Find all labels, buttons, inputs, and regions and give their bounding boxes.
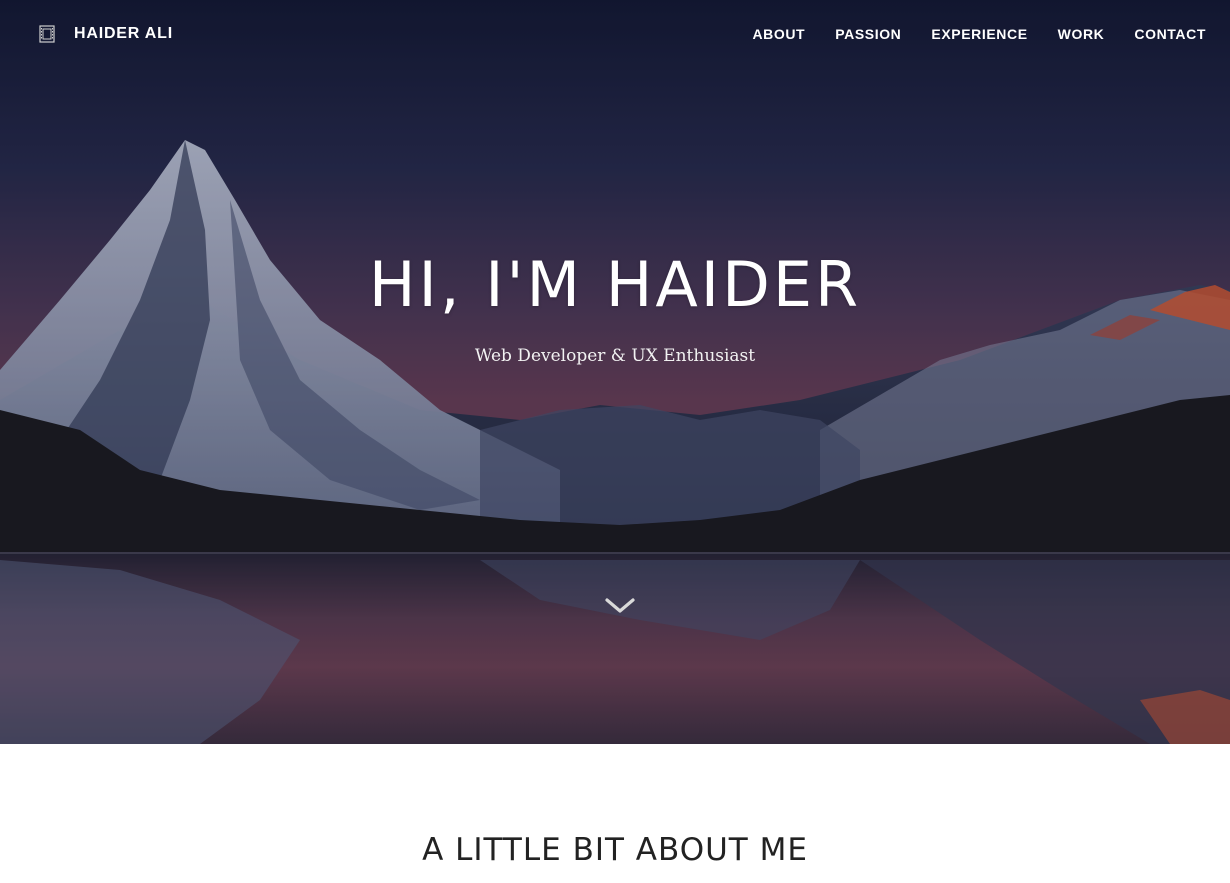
hero-title: HI, I'M HAIDER	[368, 248, 862, 321]
nav-link-experience[interactable]: EXPERIENCE	[931, 26, 1027, 42]
brand-link[interactable]: HAIDER ALI	[38, 25, 173, 43]
brand-name: HAIDER ALI	[74, 25, 173, 42]
nav-link-work[interactable]: WORK	[1058, 26, 1105, 42]
hero-section: HAIDER ALI ABOUT PASSION EXPERIENCE WORK…	[0, 0, 1230, 744]
hero-subtitle: Web Developer & UX Enthusiast	[474, 346, 756, 366]
about-heading: A LITTLE BIT ABOUT ME	[422, 832, 808, 868]
film-strip-icon	[39, 25, 55, 43]
nav-link-passion[interactable]: PASSION	[835, 26, 901, 42]
nav-link-about[interactable]: ABOUT	[752, 26, 805, 42]
hero-overlay	[0, 0, 1230, 744]
top-navbar: HAIDER ALI ABOUT PASSION EXPERIENCE WORK…	[0, 0, 1230, 68]
chevron-down-icon[interactable]	[603, 592, 637, 618]
nav-link-contact[interactable]: CONTACT	[1134, 26, 1206, 42]
nav-links: ABOUT PASSION EXPERIENCE WORK CONTACT	[752, 26, 1206, 42]
